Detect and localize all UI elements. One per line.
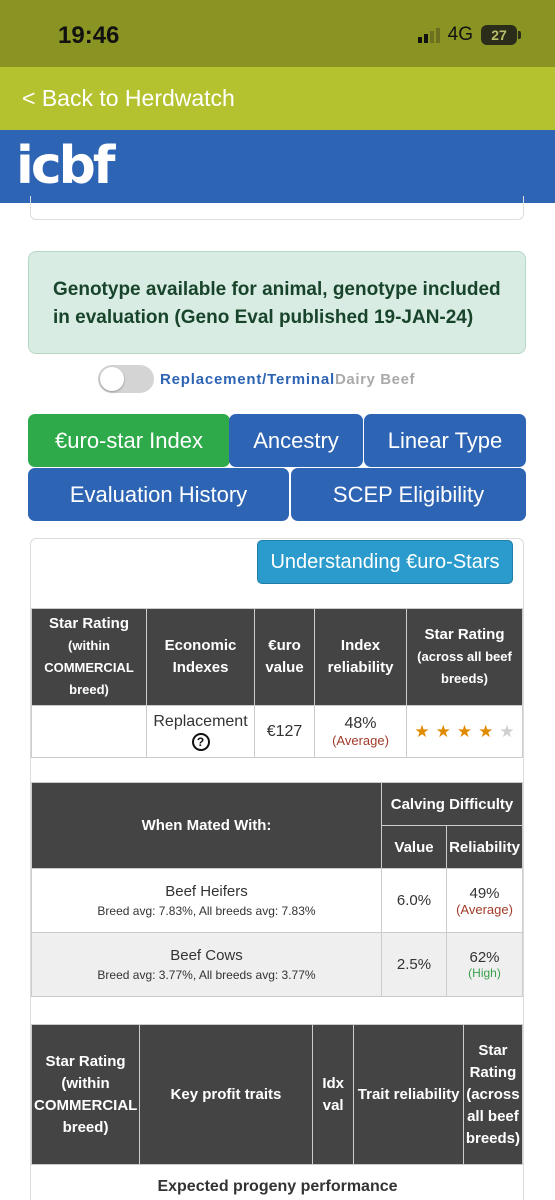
status-time: 19:46 <box>58 22 120 49</box>
tab-euro-star-index[interactable]: €uro-star Index <box>28 414 230 467</box>
toggle-label-replacement-terminal: Replacement/Terminal <box>160 370 335 388</box>
understanding-euro-stars-button[interactable]: Understanding €uro-Stars <box>257 540 513 584</box>
genotype-alert: Genotype available for animal, genotype … <box>28 251 526 354</box>
back-bar: < Back to Herdwatch <box>0 67 555 130</box>
tab-ancestry[interactable]: Ancestry <box>229 414 363 467</box>
table-row: Replacement ? €127 48% (Average) ★ ★ ★ ★ ★ <box>31 705 523 758</box>
cell-index-reliability: 48% (Average) <box>314 705 407 758</box>
cell-reliability: 49% (Average) <box>446 868 523 933</box>
status-indicators: 4G 27 <box>417 24 521 46</box>
help-icon[interactable]: ? <box>191 732 210 751</box>
star-empty-icon: ★ <box>499 721 515 741</box>
header-idx-val: Idx val <box>311 1024 355 1165</box>
star-rating: ★ ★ ★ ★ ★ <box>407 722 522 742</box>
battery-icon: 27 <box>481 25 521 45</box>
status-bar: 19:46 4G 27 <box>0 0 555 67</box>
header-euro-value: €uro value <box>254 608 315 706</box>
cell-mated-with: Beef Cows Breed avg: 3.77%, All breeds a… <box>31 932 382 997</box>
icbf-logo: icbf <box>16 136 115 196</box>
brand-header: icbf <box>0 130 555 203</box>
expected-progeny-caption: Expected progeny performance <box>157 1178 398 1195</box>
header-value: Value <box>381 825 447 869</box>
cell-mated-with: Beef Heifers Breed avg: 7.83%, All breed… <box>31 868 382 933</box>
key-profit-traits-table: Star Rating (within COMMERCIAL breed) Ke… <box>30 1024 524 1165</box>
star-filled-icon: ★ <box>435 721 451 741</box>
cell-reliability: 62% (High) <box>446 932 523 997</box>
network-label: 4G <box>447 24 473 45</box>
header-star-rating-commercial: Star Rating (within COMMERCIAL breed) <box>30 1024 141 1165</box>
index-table: Star Rating (within COMMERCIAL breed) Ec… <box>31 608 523 758</box>
tab-scep-eligibility[interactable]: SCEP Eligibility <box>291 468 526 521</box>
header-star-rating-all: Star Rating (across all beef breeds) <box>462 1024 524 1165</box>
toggle-label-dairy-beef: Dairy Beef <box>334 370 416 388</box>
header-key-profit-traits: Key profit traits <box>139 1024 313 1165</box>
table-row: Beef Cows Breed avg: 3.77%, All breeds a… <box>31 932 523 997</box>
star-filled-icon: ★ <box>414 721 430 741</box>
header-trait-reliability: Trait reliability <box>353 1024 464 1165</box>
breed-type-toggle-row: Replacement/Terminal Dairy Beef <box>98 364 415 394</box>
header-economic-indexes: Economic Indexes <box>146 608 255 706</box>
tab-evaluation-history[interactable]: Evaluation History <box>28 468 289 521</box>
cell-economic-index: Replacement ? <box>146 705 255 758</box>
cell-value: 6.0% <box>381 868 447 933</box>
header-star-rating-commercial: Star Rating (within COMMERCIAL breed) <box>31 608 147 706</box>
cell-star-rating-commercial <box>31 705 147 758</box>
cell-value: 2.5% <box>381 932 447 997</box>
table-row: Beef Heifers Breed avg: 7.83%, All breed… <box>31 868 523 933</box>
previous-card-edge <box>30 196 524 220</box>
signal-icon <box>417 27 440 43</box>
tab-linear-type[interactable]: Linear Type <box>364 414 526 467</box>
cell-euro-value: €127 <box>254 705 315 758</box>
star-filled-icon: ★ <box>456 721 473 741</box>
cell-star-rating-all: ★ ★ ★ ★ ★ <box>406 705 523 758</box>
header-index-reliability: Index reliability <box>314 608 407 706</box>
breed-type-toggle[interactable] <box>98 365 154 393</box>
header-when-mated-with: When Mated With: <box>31 782 382 869</box>
header-calving-difficulty: Calving Difficulty <box>381 782 523 826</box>
header-reliability: Reliability <box>446 825 523 869</box>
header-star-rating-all: Star Rating (across all beef breeds) <box>406 608 523 706</box>
back-to-herdwatch-link[interactable]: < Back to Herdwatch <box>22 85 235 112</box>
calving-difficulty-table: When Mated With: Calving Difficulty Valu… <box>31 782 523 997</box>
star-filled-icon: ★ <box>478 721 494 741</box>
genotype-alert-text: Genotype available for animal, genotype … <box>53 279 501 328</box>
